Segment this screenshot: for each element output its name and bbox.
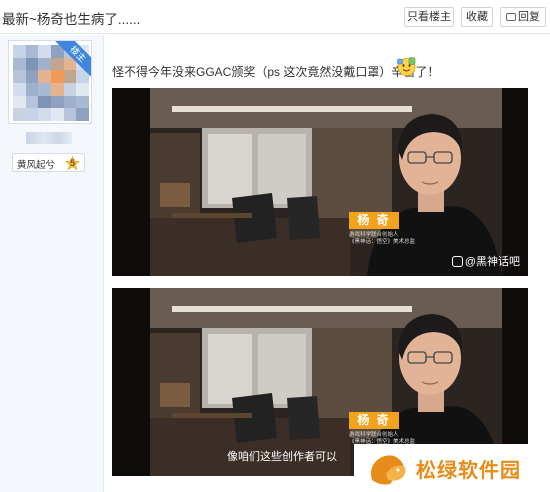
watermark-text: @黑神话吧 [464,256,520,268]
avatar[interactable]: 楼主 [8,40,92,124]
post-text: 怪不得今年没来GGAC颁奖（ps 这次竟然没戴口罩）辛苦了！ [112,65,440,79]
level-title: 黄风起兮 [17,160,56,171]
only-op-button[interactable]: 只看楼主 [404,7,454,27]
username-blurred[interactable] [26,132,72,144]
name-caption-line1: 游戏科学联合创始人 [349,432,399,438]
image-watermark: @黑神话吧 [451,253,520,269]
thread-header: 最新~杨奇也生病了...... 只看楼主 收藏 回复 [0,0,550,34]
favorite-button[interactable]: 收藏 [461,7,493,27]
site-watermark-text: 松绿软件园 [416,460,521,482]
level-badge[interactable]: 黄风起兮 5 [12,153,85,172]
post-image-1[interactable]: 杨 奇 游戏科学联合创始人 《黑神话：悟空》美术总监 @黑神话吧 [112,88,528,276]
reply-icon [506,13,516,21]
tieba-icon [451,256,463,267]
video-frame-scene [112,88,528,276]
author-sidebar: 楼主 黄风起兮 5 [0,35,104,492]
name-tag: 杨 奇 [349,212,399,229]
site-watermark: 松绿软件园 [354,444,550,492]
reply-button-label: 回复 [518,11,540,23]
thread-title: 最新~杨奇也生病了...... [2,12,141,27]
name-tag: 杨 奇 [349,412,399,429]
name-caption-line2: 《黑神话：悟空》美术总监 [349,239,416,245]
thumbs-up-emoji-icon [397,57,416,76]
level-number: 5 [69,158,75,168]
video-subtitle: 像咱们这些创作者可以 [227,451,337,463]
squirrel-logo-icon [371,455,406,485]
reply-button[interactable]: 回复 [500,7,546,27]
name-caption-line1: 游戏科学联合创始人 [349,232,399,238]
level-star-icon: 5 [65,156,80,171]
